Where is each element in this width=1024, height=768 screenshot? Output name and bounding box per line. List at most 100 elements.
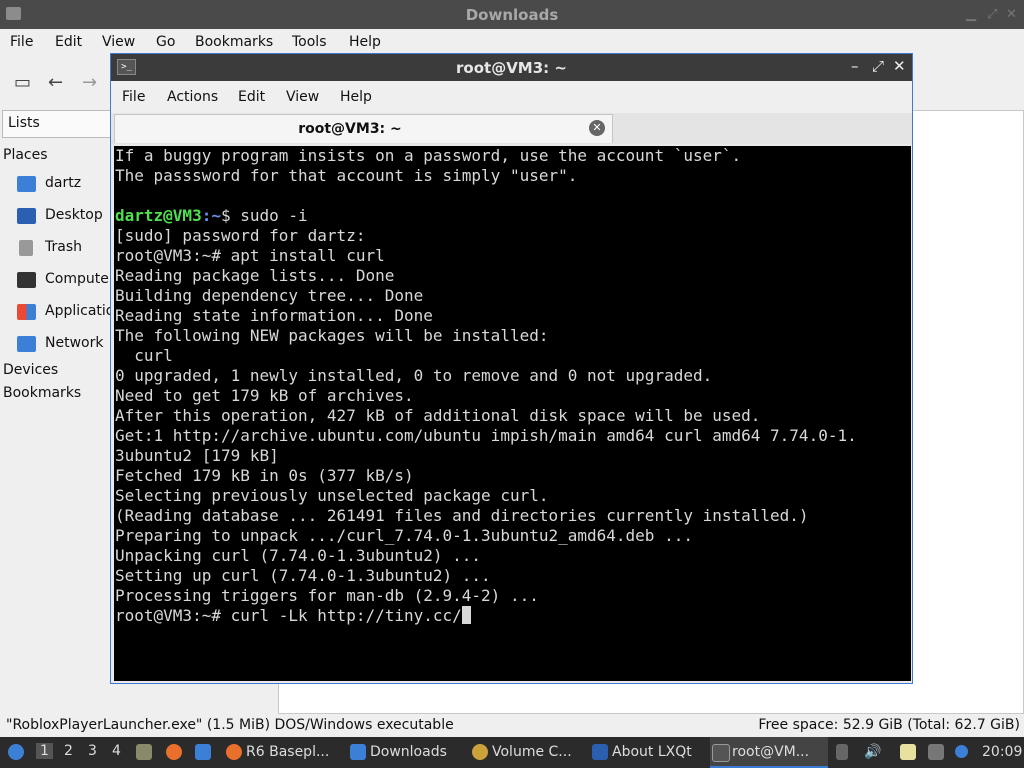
clock[interactable]: 20:09	[982, 744, 1022, 760]
file-manager-title: Downloads	[465, 6, 559, 24]
sidebar-item-label: Computer	[45, 271, 115, 287]
folder-icon	[350, 744, 366, 760]
menu-actions[interactable]: Actions	[167, 89, 218, 105]
firefox-launcher-icon[interactable]	[166, 744, 182, 760]
back-arrow-icon[interactable]: ←	[48, 72, 63, 93]
prompt-user: dartz@VM3	[115, 206, 202, 225]
terminal-line: Get:1 http://archive.ubuntu.com/ubuntu i…	[115, 426, 857, 445]
terminal-line: Selecting previously unselected package …	[115, 486, 549, 505]
task-label: R6 Basepl...	[246, 744, 330, 760]
terminal-menubar: File Actions Edit View Help	[111, 81, 912, 113]
terminal-line: Processing triggers for man-db (2.9.4-2)…	[115, 586, 539, 605]
menu-view[interactable]: View	[286, 89, 319, 105]
terminal-line: Building dependency tree... Done	[115, 286, 424, 305]
sidebar-item-label: Network	[45, 335, 104, 351]
menu-view[interactable]: View	[102, 34, 135, 50]
applications-icon	[17, 304, 36, 320]
terminal-line: (Reading database ... 261491 files and d…	[115, 506, 809, 525]
places-header: Places	[3, 147, 48, 163]
menu-file[interactable]: File	[122, 89, 145, 105]
devices-header[interactable]: Devices	[3, 362, 58, 378]
terminal-line: After this operation, 427 kB of addition…	[115, 406, 761, 425]
minimize-icon[interactable]: ▁	[966, 7, 976, 22]
new-window-icon[interactable]: ▭	[14, 72, 31, 93]
network-icon	[17, 336, 36, 352]
home-folder-icon	[17, 176, 36, 192]
prompt-command: $ sudo -i	[220, 206, 308, 225]
menu-help[interactable]: Help	[340, 89, 372, 105]
firefox-icon	[226, 744, 242, 760]
terminal-line: Reading state information... Done	[115, 306, 433, 325]
workspace-1[interactable]: 1	[36, 743, 53, 759]
volume-control-icon	[472, 744, 488, 760]
task-label: About LXQt	[612, 744, 692, 760]
close-icon[interactable]: ✕	[1006, 7, 1017, 22]
tab-root-vm3[interactable]: root@VM3: ~ ✕	[114, 114, 613, 143]
terminal-line: The following NEW packages will be insta…	[115, 326, 549, 345]
scroll-tasks-icon[interactable]	[836, 744, 848, 760]
forward-arrow-icon[interactable]: →	[82, 72, 97, 93]
sidebar-item-label: Applicatio	[45, 303, 115, 319]
network-status-icon[interactable]	[928, 744, 944, 760]
maximize-icon[interactable]: ⤢	[987, 7, 997, 22]
file-manager-launcher-icon[interactable]	[136, 744, 152, 760]
close-icon[interactable]: ✕	[893, 57, 906, 75]
clipboard-icon[interactable]	[900, 744, 916, 760]
menu-bookmarks[interactable]: Bookmarks	[195, 34, 273, 50]
terminal-line: 0 upgraded, 1 newly installed, 0 to remo…	[115, 366, 713, 385]
file-manager-titlebar[interactable]: Downloads ▁ ⤢ ✕	[0, 0, 1024, 29]
task-downloads[interactable]: Downloads	[348, 737, 466, 768]
menu-help[interactable]: Help	[349, 34, 381, 50]
maximize-icon[interactable]: ⤢	[872, 57, 884, 75]
bookmarks-header[interactable]: Bookmarks	[3, 385, 81, 401]
sidebar-item-label: Trash	[45, 239, 82, 255]
close-tab-icon[interactable]: ✕	[589, 120, 605, 136]
terminal-line: Reading package lists... Done	[115, 266, 395, 285]
terminal-line: Setting up curl (7.74.0-1.3ubuntu2) ...	[115, 566, 491, 585]
side-pane-mode-label: Lists	[8, 115, 40, 131]
sidebar-item-label: dartz	[45, 175, 82, 191]
terminal-titlebar[interactable]: >_ root@VM3: ~ – ⤢ ✕	[111, 54, 912, 81]
text-cursor	[461, 606, 471, 624]
terminal-output[interactable]: If a buggy program insists on a password…	[114, 146, 911, 681]
terminal-title: root@VM3: ~	[456, 59, 567, 77]
update-notifier-icon[interactable]	[955, 745, 968, 758]
sidebar-item-label: Desktop	[45, 207, 103, 223]
menu-edit[interactable]: Edit	[238, 89, 265, 105]
terminal-tabbar: root@VM3: ~ ✕	[111, 113, 912, 144]
start-menu-icon[interactable]	[8, 744, 24, 760]
terminal-line: The passsword for that account is simply…	[115, 166, 578, 185]
terminal-window: >_ root@VM3: ~ – ⤢ ✕ File Actions Edit V…	[110, 53, 913, 684]
task-r6-baseplate[interactable]: R6 Basepl...	[224, 737, 342, 768]
task-terminal[interactable]: root@VM...	[710, 737, 828, 768]
task-label: root@VM...	[732, 744, 810, 760]
tab-label: root@VM3: ~	[298, 121, 402, 137]
prompt-path: :~	[201, 206, 221, 225]
terminal-line: Unpacking curl (7.74.0-1.3ubuntu2) ...	[115, 546, 482, 565]
lxqt-icon	[592, 744, 608, 760]
taskbar: 1 2 3 4 R6 Basepl... Downloads Volume C.…	[0, 737, 1024, 768]
terminal-line: Preparing to unpack .../curl_7.74.0-1.3u…	[115, 526, 693, 545]
show-desktop-icon[interactable]	[195, 744, 211, 760]
side-pane-mode-select[interactable]: Lists	[2, 110, 119, 138]
workspace-4[interactable]: 4	[112, 743, 121, 759]
menu-file[interactable]: File	[10, 34, 33, 50]
terminal-input-line[interactable]: root@VM3:~# curl -Lk http://tiny.cc/	[115, 606, 471, 626]
task-volume-control[interactable]: Volume C...	[470, 737, 585, 768]
volume-icon[interactable]: 🔊	[864, 744, 881, 760]
menu-edit[interactable]: Edit	[55, 34, 82, 50]
task-about-lxqt[interactable]: About LXQt	[590, 737, 706, 768]
terminal-line: 3ubuntu2 [179 kB]	[115, 446, 279, 465]
terminal-line: Fetched 179 kB in 0s (377 kB/s)	[115, 466, 414, 485]
trash-icon	[19, 240, 33, 256]
menu-tools[interactable]: Tools	[292, 34, 327, 50]
menu-go[interactable]: Go	[156, 34, 175, 50]
workspace-2[interactable]: 2	[64, 743, 73, 759]
terminal-line: root@VM3:~# apt install curl	[115, 246, 385, 265]
terminal-prompt-line: dartz@VM3:~$ sudo -i	[115, 206, 308, 226]
status-bar: "RobloxPlayerLauncher.exe" (1.5 MiB) DOS…	[0, 715, 1024, 737]
workspace-3[interactable]: 3	[88, 743, 97, 759]
desktop-icon	[17, 208, 36, 224]
current-command: root@VM3:~# curl -Lk http://tiny.cc/	[115, 606, 462, 625]
minimize-icon[interactable]: –	[851, 57, 859, 75]
